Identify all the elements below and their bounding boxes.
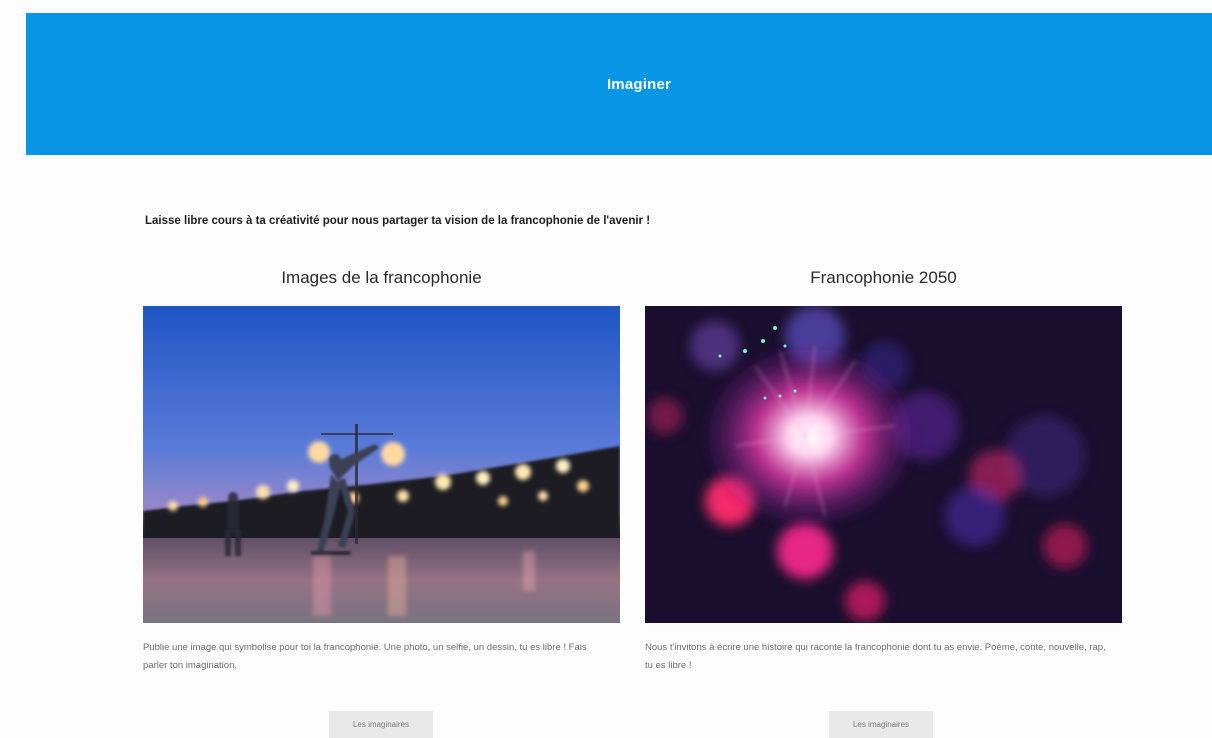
page-title: Imaginer: [606, 75, 672, 93]
intro-text: Laisse libre cours à ta créativité pour …: [145, 215, 651, 227]
night-skateboarder-photo[interactable]: [143, 306, 620, 623]
card-images-francophonie: Images de la francophonie Publie une ima…: [143, 262, 620, 738]
card-title: Images de la francophonie: [281, 268, 482, 287]
imaginaires-button[interactable]: Les imaginaires: [329, 711, 433, 738]
page: Imaginer Laisse libre cours à ta créativ…: [0, 0, 1212, 738]
header-banner: Imaginer: [26, 13, 1212, 155]
card-title: Francophonie 2050: [810, 268, 957, 287]
fiber-optic-lights-photo[interactable]: [645, 306, 1122, 623]
card-description: Publie une image qui symbolise pour toi …: [143, 642, 587, 671]
card-francophonie-2050: Francophonie 2050 Nous t'invitons à écri…: [645, 262, 1122, 738]
imaginaires-button[interactable]: Les imaginaires: [829, 711, 933, 738]
card-description: Nous t'invitons à écrire une histoire qu…: [645, 642, 1106, 671]
